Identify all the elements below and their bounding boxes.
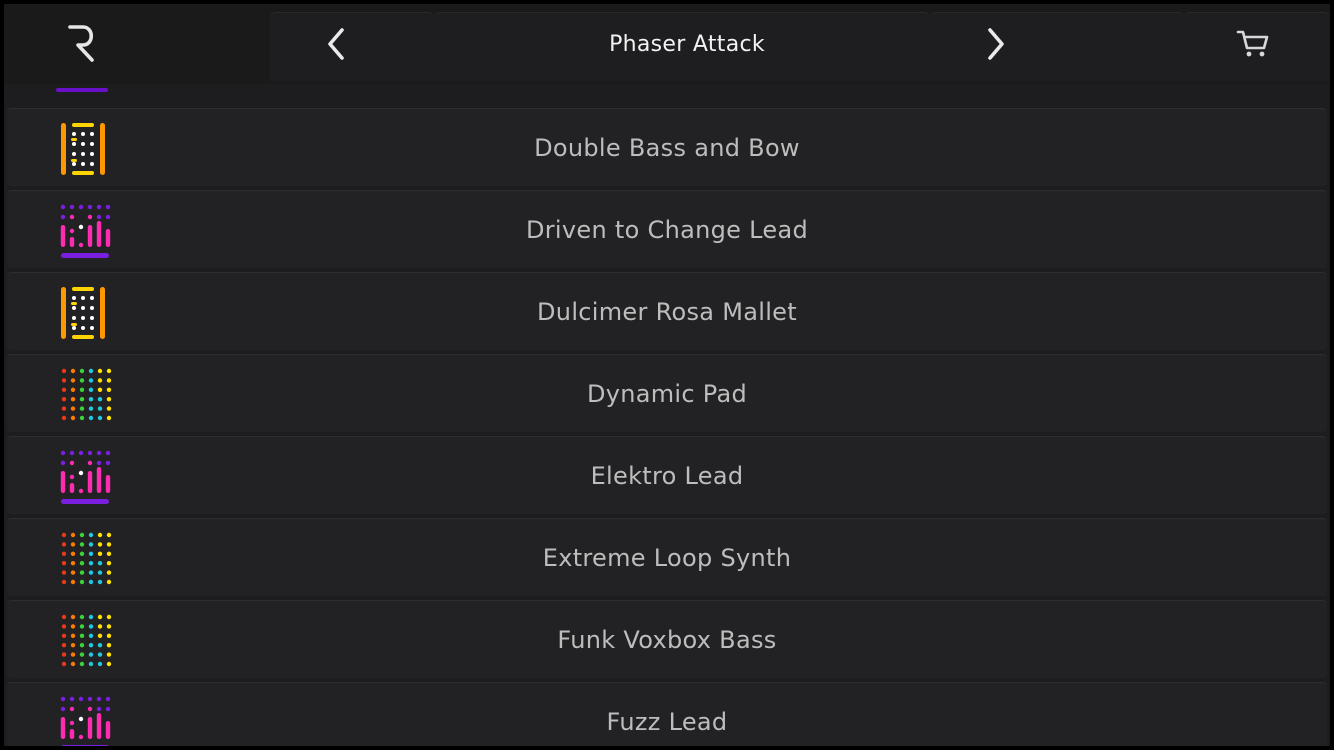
preset-row[interactable]: Dulcimer Rosa Mallet xyxy=(7,272,1327,350)
preset-row[interactable]: Dynamic Pad xyxy=(7,354,1327,432)
preset-row[interactable]: Funk Voxbox Bass xyxy=(7,600,1327,678)
preset-row[interactable]: Double Bass and Bow xyxy=(7,108,1327,186)
preset-label: Driven to Change Lead xyxy=(525,216,809,244)
preset-row[interactable]: Elektro Lead xyxy=(7,436,1327,514)
previous-preset-button[interactable] xyxy=(304,4,368,84)
preset-label: Dynamic Pad xyxy=(586,380,748,408)
app-window: Phaser Attack Double Bass and Bow Driven… xyxy=(4,4,1330,746)
cart-button[interactable] xyxy=(1226,4,1282,84)
preset-row[interactable]: Fuzz Lead xyxy=(7,682,1327,746)
preset-label: Dulcimer Rosa Mallet xyxy=(537,298,797,326)
page-title: Phaser Attack xyxy=(609,31,765,57)
preset-label: Double Bass and Bow xyxy=(534,134,800,162)
next-preset-button[interactable] xyxy=(964,4,1028,84)
preset-label: Extreme Loop Synth xyxy=(542,544,792,572)
cart-icon xyxy=(1236,30,1269,57)
preset-label: Elektro Lead xyxy=(590,462,744,490)
preset-label: Funk Voxbox Bass xyxy=(557,626,777,654)
r-logo-icon xyxy=(68,25,94,62)
chevron-right-icon xyxy=(988,28,1004,60)
preset-row[interactable]: Extreme Loop Synth xyxy=(7,518,1327,596)
logo-button[interactable] xyxy=(44,4,118,84)
chevron-left-icon xyxy=(328,28,344,60)
preset-label: Fuzz Lead xyxy=(606,708,728,736)
top-bar: Phaser Attack xyxy=(4,4,1330,84)
preset-row[interactable]: Driven to Change Lead xyxy=(7,190,1327,268)
partial-row-indicator xyxy=(56,88,108,92)
